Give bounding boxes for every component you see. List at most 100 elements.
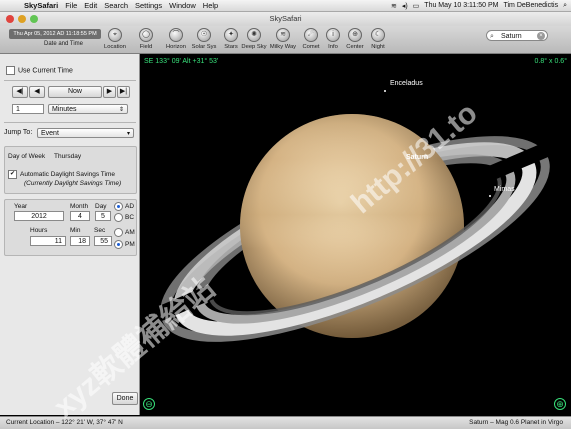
menu-search[interactable]: Search bbox=[104, 1, 128, 10]
milky-way-icon: ≋ bbox=[276, 28, 290, 42]
am-radio[interactable] bbox=[114, 228, 123, 237]
menu-app-name[interactable]: SkySafari bbox=[24, 1, 58, 10]
menu-bar: SkySafari File Edit Search Settings Wind… bbox=[0, 0, 571, 12]
tool-deep-sky[interactable]: ✺ Deep Sky bbox=[239, 28, 269, 50]
dst-status-text: (Currently Daylight Savings Time) bbox=[24, 180, 122, 187]
step-forward-button[interactable]: ▶ bbox=[103, 86, 116, 98]
tool-solar-sys[interactable]: ☉ Solar Sys bbox=[189, 28, 219, 50]
tool-horizon[interactable]: ⌒ Horizon bbox=[161, 28, 191, 50]
chevron-down-icon: ⇕ bbox=[118, 107, 124, 113]
sec-input[interactable]: 55 bbox=[94, 236, 112, 246]
menu-edit[interactable]: Edit bbox=[84, 1, 97, 10]
enceladus-marker[interactable] bbox=[384, 90, 386, 92]
menu-file[interactable]: File bbox=[65, 1, 77, 10]
day-label: Day bbox=[95, 203, 107, 210]
view-coordinates: SE 133° 09' Alt +31° 53' bbox=[144, 58, 219, 65]
era-bc-label: BC bbox=[125, 214, 135, 222]
auto-dst-row[interactable]: ✔ Automatic Daylight Savings Time bbox=[8, 170, 115, 179]
done-button[interactable]: Done bbox=[112, 392, 138, 405]
skip-forward-button[interactable]: ▶| bbox=[117, 86, 130, 98]
month-input[interactable]: 4 bbox=[70, 211, 90, 221]
auto-dst-label: Automatic Daylight Savings Time bbox=[20, 171, 116, 179]
tool-milky-way[interactable]: ≋ Milky Way bbox=[268, 28, 298, 50]
era-ad-option[interactable]: AD bbox=[114, 202, 134, 211]
window-title: SkySafari bbox=[269, 14, 302, 23]
mimas-label[interactable]: Mimas bbox=[494, 186, 515, 193]
sky-view[interactable]: SE 133° 09' Alt +31° 53' 0.8° x 0.6° Enc… bbox=[140, 54, 571, 415]
menu-settings[interactable]: Settings bbox=[135, 1, 162, 10]
pm-radio[interactable] bbox=[114, 240, 123, 249]
era-bc-option[interactable]: BC bbox=[114, 213, 134, 222]
now-button[interactable]: Now bbox=[48, 86, 102, 98]
tool-label: Night bbox=[371, 44, 385, 50]
zoom-window-button[interactable] bbox=[30, 15, 38, 23]
use-current-time-row[interactable]: Use Current Time bbox=[6, 66, 73, 75]
jump-to-value: Event bbox=[41, 130, 59, 137]
tool-label: Deep Sky bbox=[241, 44, 267, 50]
zoom-out-icon[interactable]: ⊖ bbox=[143, 398, 155, 410]
menu-help[interactable]: Help bbox=[203, 1, 218, 10]
spotlight-icon[interactable]: ⌕ bbox=[563, 2, 567, 10]
sec-label: Sec bbox=[94, 227, 106, 234]
tool-label: Field bbox=[139, 44, 153, 50]
time-step-unit-select[interactable]: Minutes ⇕ bbox=[48, 104, 128, 114]
search-field[interactable]: ⌕ Saturn × bbox=[486, 30, 548, 41]
date-time-button[interactable]: Thu Apr 05, 2012 AD 11:18:55 PM bbox=[9, 29, 101, 39]
month-label: Month bbox=[70, 203, 89, 210]
date-time-label: Date and Time bbox=[44, 41, 84, 47]
tool-label: Location bbox=[104, 44, 126, 50]
minimize-window-button[interactable] bbox=[18, 15, 26, 23]
tool-night[interactable]: ☾ Night bbox=[363, 28, 393, 50]
era-bc-radio[interactable] bbox=[114, 213, 123, 222]
volume-icon[interactable]: ◂) bbox=[402, 2, 408, 10]
am-option[interactable]: AM bbox=[114, 228, 135, 237]
skip-back-button[interactable]: ◀| bbox=[12, 86, 28, 98]
time-step-unit-value: Minutes bbox=[52, 106, 77, 113]
center-icon: ⊕ bbox=[348, 28, 362, 42]
enceladus-label[interactable]: Enceladus bbox=[390, 80, 423, 87]
window-title-bar: SkySafari bbox=[0, 12, 571, 26]
menubar-clock[interactable]: Thu May 10 3:11:50 PM bbox=[424, 2, 498, 9]
status-bar: Current Location – 122° 21' W, 37° 47' N… bbox=[0, 416, 571, 429]
close-window-button[interactable] bbox=[6, 15, 14, 23]
window-controls bbox=[6, 15, 38, 23]
horizon-icon: ⌒ bbox=[169, 28, 183, 42]
min-input[interactable]: 18 bbox=[70, 236, 90, 246]
field-of-view: 0.8° x 0.6° bbox=[534, 58, 567, 65]
solar-system-icon: ☉ bbox=[197, 28, 211, 42]
tool-label: Solar Sys bbox=[191, 44, 217, 50]
pm-option[interactable]: PM bbox=[114, 240, 135, 249]
day-input[interactable]: 5 bbox=[95, 211, 111, 221]
divider bbox=[4, 80, 136, 81]
menubar-user[interactable]: Tim DeBenedictis bbox=[503, 2, 558, 9]
era-ad-radio[interactable] bbox=[114, 202, 123, 211]
year-input[interactable]: 2012 bbox=[14, 211, 64, 221]
jump-to-select[interactable]: Event ▾ bbox=[37, 128, 134, 138]
min-label: Min bbox=[70, 227, 81, 234]
night-icon: ☾ bbox=[371, 28, 385, 42]
tool-label: Milky Way bbox=[269, 44, 297, 50]
saturn-image bbox=[160, 114, 550, 342]
battery-icon[interactable]: ▭ bbox=[413, 2, 420, 10]
tool-field[interactable]: ◯ Field bbox=[131, 28, 161, 50]
wifi-icon[interactable]: ≋ bbox=[391, 2, 397, 10]
divider bbox=[4, 122, 136, 123]
step-back-button[interactable]: ◀ bbox=[29, 86, 45, 98]
time-panel: Use Current Time ◀| ◀ Now ▶ ▶| 1 Minutes… bbox=[0, 54, 140, 415]
search-input[interactable]: Saturn bbox=[501, 33, 522, 40]
time-step-input[interactable]: 1 bbox=[12, 104, 44, 114]
mimas-marker[interactable] bbox=[489, 195, 491, 197]
saturn-label[interactable]: Saturn bbox=[406, 154, 428, 161]
zoom-in-icon[interactable]: ⊕ bbox=[554, 398, 566, 410]
hours-input[interactable]: 11 bbox=[30, 236, 66, 246]
era-ad-label: AD bbox=[125, 203, 135, 211]
clear-search-icon[interactable]: × bbox=[537, 32, 545, 40]
use-current-time-checkbox[interactable] bbox=[6, 66, 15, 75]
menu-window[interactable]: Window bbox=[169, 1, 196, 10]
deep-sky-icon: ✺ bbox=[247, 28, 261, 42]
tool-location[interactable]: ⌖ Location bbox=[100, 28, 130, 50]
chevron-down-icon: ▾ bbox=[126, 131, 130, 137]
auto-dst-checkbox[interactable]: ✔ bbox=[8, 170, 17, 179]
selected-object-text: Saturn – Mag 0.6 Planet in Virgo bbox=[469, 419, 563, 426]
use-current-time-label: Use Current Time bbox=[18, 67, 73, 75]
